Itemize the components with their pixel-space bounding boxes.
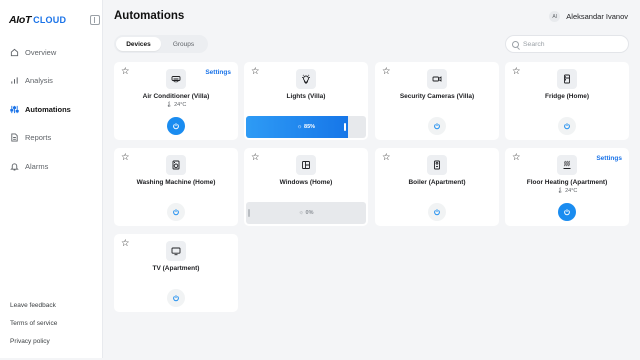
settings-link[interactable]: Settings — [205, 69, 231, 76]
sidebar-item-label: Alarms — [25, 161, 49, 171]
device-name: Air Conditioner (Villa) — [142, 93, 210, 100]
power-button[interactable] — [167, 117, 185, 135]
sidebar-item-overview[interactable]: Overview — [10, 45, 71, 59]
power-icon — [434, 209, 440, 216]
tab-groups[interactable]: Groups — [161, 37, 206, 51]
device-name: TV (Apartment) — [152, 265, 200, 272]
slider-label: ☼ 85% — [246, 116, 366, 138]
page-title: Automations — [114, 10, 185, 22]
washing-machine-icon — [166, 155, 186, 175]
device-card-floor-heating[interactable]: ☆ Settings Floor Heating (Apartment) 🌡 2… — [505, 148, 629, 226]
search-input[interactable] — [523, 40, 623, 48]
power-button[interactable] — [167, 289, 185, 307]
favorite-star-icon[interactable]: ☆ — [251, 67, 260, 77]
position-slider[interactable]: ☼ 0% — [246, 202, 366, 224]
device-name: Security Cameras (Villa) — [399, 93, 475, 100]
favorite-star-icon[interactable]: ☆ — [121, 67, 130, 77]
fridge-icon — [557, 69, 577, 89]
position-value: 0% — [305, 210, 314, 216]
power-button[interactable] — [167, 203, 185, 221]
user-name: Aleksandar Ivanov — [566, 12, 628, 21]
brightness-value: 85% — [304, 124, 316, 130]
slider-label: ☼ 0% — [246, 202, 366, 224]
sidebar-item-alarms[interactable]: Alarms — [10, 159, 71, 173]
sliders-icon — [10, 105, 19, 114]
sidebar-footer: Leave feedback Terms of service Privacy … — [10, 302, 57, 356]
sidebar-item-label: Overview — [25, 47, 57, 57]
device-card-washing-machine[interactable]: ☆ Washing Machine (Home) — [114, 148, 238, 226]
power-button[interactable] — [428, 203, 446, 221]
device-card-fridge[interactable]: ☆ Fridge (Home) — [505, 62, 629, 140]
collapse-sidebar-icon[interactable] — [90, 15, 100, 25]
device-temperature: 🌡 24°C — [165, 101, 187, 108]
home-icon — [10, 48, 19, 57]
device-card-air-conditioner[interactable]: ☆ Settings Air Conditioner (Villa) 🌡 24°… — [114, 62, 238, 140]
power-icon — [173, 209, 179, 216]
bar-chart-icon — [10, 76, 19, 85]
logo-mark: AIoT — [9, 14, 32, 26]
favorite-star-icon[interactable]: ☆ — [121, 239, 130, 249]
avatar: AI — [549, 11, 561, 22]
device-name: Windows (Home) — [279, 179, 333, 186]
device-temperature: 🌡 24°C — [556, 187, 578, 194]
power-icon — [564, 123, 570, 130]
sidebar: AIoT CLOUD Overview Analysis Automations — [0, 0, 103, 358]
logo-text: CLOUD — [33, 15, 67, 25]
terms-of-service-link[interactable]: Terms of service — [10, 320, 57, 329]
device-name: Lights (Villa) — [286, 93, 326, 100]
boiler-icon — [427, 155, 447, 175]
tab-devices[interactable]: Devices — [116, 37, 161, 51]
lightbulb-icon — [296, 69, 316, 89]
sidebar-item-analysis[interactable]: Analysis — [10, 74, 71, 88]
heat-waves-icon — [557, 155, 577, 175]
power-icon — [434, 123, 440, 130]
power-icon — [173, 123, 179, 130]
power-button[interactable] — [558, 117, 576, 135]
device-name: Boiler (Apartment) — [408, 179, 466, 186]
device-card-lights[interactable]: ☆ Lights (Villa) ☼ 85% — [244, 62, 368, 140]
device-name: Fridge (Home) — [544, 93, 590, 100]
power-button[interactable] — [558, 203, 576, 221]
favorite-star-icon[interactable]: ☆ — [382, 153, 391, 163]
bell-icon — [10, 162, 19, 171]
favorite-star-icon[interactable]: ☆ — [121, 153, 130, 163]
search-icon — [512, 40, 519, 48]
sidebar-item-reports[interactable]: Reports — [10, 131, 71, 145]
favorite-star-icon[interactable]: ☆ — [512, 67, 521, 77]
leave-feedback-link[interactable]: Leave feedback — [10, 302, 57, 311]
device-card-security-cameras[interactable]: ☆ Security Cameras (Villa) — [375, 62, 499, 140]
privacy-policy-link[interactable]: Privacy policy — [10, 338, 57, 347]
document-icon — [10, 133, 19, 142]
window-icon — [296, 155, 316, 175]
sun-icon: ☼ — [296, 124, 303, 130]
logo[interactable]: AIoT CLOUD — [9, 14, 66, 26]
air-conditioner-icon — [166, 69, 186, 89]
device-name: Washing Machine (Home) — [136, 179, 216, 186]
sun-icon: ☼ — [298, 210, 304, 216]
power-icon — [173, 295, 179, 302]
user-menu[interactable]: AI Aleksandar Ivanov — [549, 11, 628, 22]
sidebar-item-automations[interactable]: Automations — [10, 102, 71, 116]
brightness-slider[interactable]: ☼ 85% — [246, 116, 366, 138]
tv-icon — [166, 241, 186, 261]
device-group-toggle: Devices Groups — [114, 35, 208, 53]
power-icon — [564, 209, 570, 216]
sidebar-item-label: Automations — [25, 104, 71, 114]
sidebar-nav: Overview Analysis Automations Reports Al… — [10, 45, 71, 188]
favorite-star-icon[interactable]: ☆ — [512, 153, 521, 163]
settings-link[interactable]: Settings — [596, 155, 622, 162]
device-card-boiler[interactable]: ☆ Boiler (Apartment) — [375, 148, 499, 226]
device-card-windows[interactable]: ☆ Windows (Home) ☼ 0% — [244, 148, 368, 226]
favorite-star-icon[interactable]: ☆ — [251, 153, 260, 163]
sidebar-item-label: Analysis — [25, 76, 53, 85]
power-button[interactable] — [428, 117, 446, 135]
search-box — [505, 35, 629, 53]
device-name: Floor Heating (Apartment) — [526, 179, 608, 186]
device-card-tv[interactable]: ☆ TV (Apartment) — [114, 234, 238, 312]
sidebar-item-label: Reports — [25, 133, 52, 142]
video-camera-icon — [427, 69, 447, 89]
favorite-star-icon[interactable]: ☆ — [382, 67, 391, 77]
